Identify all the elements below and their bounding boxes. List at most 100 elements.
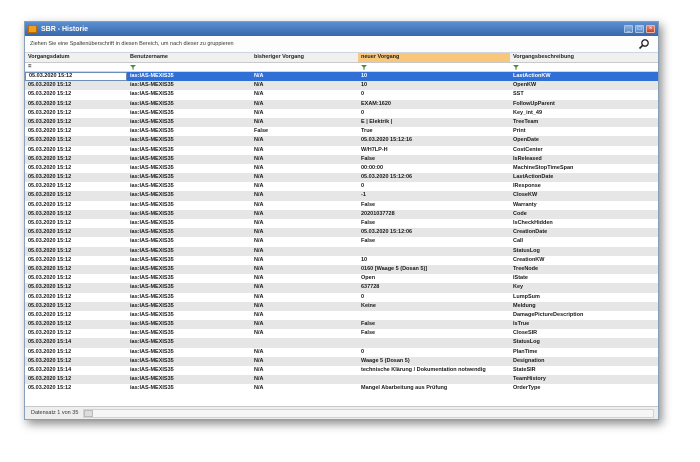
cell-neuer-vorgang[interactable]: E | Elektrik |: [358, 118, 510, 127]
cell-neuer-vorgang[interactable]: True: [358, 127, 510, 136]
cell-neuer-vorgang[interactable]: 05.03.2020 15:12:06: [358, 173, 510, 182]
table-row[interactable]: 05.03.2020 15:12 ias:IAS-MEXIS35 N/A 637728…: [25, 283, 658, 293]
cell-benutzername[interactable]: ias:IAS-MEXIS35: [127, 265, 251, 274]
cell-vorgangsbeschreibung[interactable]: CloseKW: [510, 191, 658, 200]
cell-vorgangsbeschreibung[interactable]: LastActionKW: [510, 72, 658, 81]
cell-benutzername[interactable]: ias:IAS-MEXIS35: [127, 90, 251, 99]
cell-vorgangsdatum[interactable]: 05.03.2020 15:12: [25, 210, 127, 219]
cell-vorgangsbeschreibung[interactable]: TreeNode: [510, 265, 658, 274]
column-header-benutzername[interactable]: Benutzername: [127, 53, 251, 62]
cell-vorgangsbeschreibung[interactable]: TeamHistory: [510, 375, 658, 384]
cell-vorgangsdatum[interactable]: 05.03.2020 15:12: [25, 201, 127, 210]
filter-icon[interactable]: [361, 64, 367, 70]
cell-bisheriger-vorgang[interactable]: N/A: [251, 274, 358, 283]
cell-bisheriger-vorgang[interactable]: N/A: [251, 173, 358, 182]
cell-vorgangsbeschreibung[interactable]: Print: [510, 127, 658, 136]
table-row[interactable]: 05.03.2020 15:12 ias:IAS-MEXIS35 N/A 05.03.…: [25, 228, 658, 238]
cell-vorgangsbeschreibung[interactable]: IsTrue: [510, 320, 658, 329]
table-row[interactable]: 05.03.2020 15:12 ias:IAS-MEXIS35 N/A 10 Last…: [25, 72, 658, 82]
cell-bisheriger-vorgang[interactable]: N/A: [251, 256, 358, 265]
cell-vorgangsbeschreibung[interactable]: Key: [510, 283, 658, 292]
cell-vorgangsdatum[interactable]: 05.03.2020 15:12: [25, 247, 127, 256]
cell-neuer-vorgang[interactable]: Open: [358, 274, 510, 283]
cell-benutzername[interactable]: ias:IAS-MEXIS35: [127, 311, 251, 320]
cell-bisheriger-vorgang[interactable]: N/A: [251, 155, 358, 164]
cell-vorgangsdatum[interactable]: 05.03.2020 15:12: [25, 329, 127, 338]
cell-neuer-vorgang[interactable]: Mangel Abarbeitung aus Prüfung: [358, 384, 510, 393]
cell-bisheriger-vorgang[interactable]: N/A: [251, 90, 358, 99]
table-row[interactable]: 05.03.2020 15:12 ias:IAS-MEXIS35 N/A False C…: [25, 237, 658, 247]
cell-neuer-vorgang[interactable]: 05.03.2020 15:12:06: [358, 228, 510, 237]
filter-cell-vorgangsdatum[interactable]: =: [25, 63, 127, 71]
cell-vorgangsdatum[interactable]: 05.03.2020 15:12: [25, 228, 127, 237]
cell-neuer-vorgang[interactable]: 0: [358, 293, 510, 302]
table-row[interactable]: 05.03.2020 15:12 ias:IAS-MEXIS35 N/A 0160 […: [25, 264, 658, 275]
table-row[interactable]: 05.03.2020 15:12 ias:IAS-MEXIS35 N/A 10 Open…: [25, 81, 658, 91]
cell-bisheriger-vorgang[interactable]: N/A: [251, 228, 358, 237]
minimize-button[interactable]: _: [624, 25, 633, 33]
cell-benutzername[interactable]: ias:IAS-MEXIS35: [127, 237, 251, 246]
cell-vorgangsdatum[interactable]: 05.03.2020 15:12: [25, 146, 127, 155]
cell-bisheriger-vorgang[interactable]: N/A: [251, 201, 358, 210]
cell-vorgangsdatum[interactable]: 05.03.2020 15:12: [25, 127, 127, 136]
cell-benutzername[interactable]: ias:IAS-MEXIS35: [127, 155, 251, 164]
maximize-button[interactable]: □: [635, 25, 644, 33]
cell-vorgangsbeschreibung[interactable]: Warranty: [510, 201, 658, 210]
table-row[interactable]: 05.03.2020 15:12 ias:IAS-MEXIS35 N/A Keine M…: [25, 301, 658, 311]
cell-vorgangsbeschreibung[interactable]: CreationKW: [510, 256, 658, 265]
cell-vorgangsbeschreibung[interactable]: PlanTime: [510, 348, 658, 357]
filter-icon[interactable]: [513, 64, 519, 70]
cell-vorgangsdatum[interactable]: 05.03.2020 15:12: [25, 100, 127, 109]
cell-vorgangsbeschreibung[interactable]: DamagePictureDescription: [510, 311, 658, 320]
cell-neuer-vorgang[interactable]: Keine: [358, 302, 510, 311]
cell-bisheriger-vorgang[interactable]: N/A: [251, 72, 358, 81]
cell-neuer-vorgang[interactable]: 0: [358, 109, 510, 118]
table-row[interactable]: 05.03.2020 15:12 ias:IAS-MEXIS35 N/A 05.03.…: [25, 173, 658, 183]
cell-vorgangsbeschreibung[interactable]: Designation: [510, 357, 658, 366]
cell-benutzername[interactable]: ias:IAS-MEXIS35: [127, 283, 251, 292]
table-row[interactable]: 05.03.2020 15:14 ias:IAS-MEXIS35 StatusLog: [25, 338, 658, 348]
table-row[interactable]: 05.03.2020 15:12 ias:IAS-MEXIS35 N/A 0 Key_i…: [25, 108, 658, 118]
table-row[interactable]: 05.03.2020 15:12 ias:IAS-MEXIS35 N/A EXAM:1…: [25, 99, 658, 109]
table-row[interactable]: 05.03.2020 15:12 ias:IAS-MEXIS35 N/A 0 SST: [25, 90, 658, 100]
column-header-bisheriger-vorgang[interactable]: bisheriger Vorgang: [251, 53, 358, 62]
cell-bisheriger-vorgang[interactable]: N/A: [251, 302, 358, 311]
table-row[interactable]: 05.03.2020 15:12 ias:IAS-MEXIS35 N/A False I…: [25, 320, 658, 330]
title-bar[interactable]: SBR - Historie _ □ ×: [25, 22, 658, 36]
cell-benutzername[interactable]: ias:IAS-MEXIS35: [127, 384, 251, 393]
cell-neuer-vorgang[interactable]: EXAM:1620: [358, 100, 510, 109]
cell-vorgangsbeschreibung[interactable]: StatusLog: [510, 338, 658, 347]
cell-vorgangsdatum[interactable]: 05.03.2020 15:12: [25, 173, 127, 182]
table-row[interactable]: 05.03.2020 15:12 ias:IAS-MEXIS35 N/A False W…: [25, 200, 658, 210]
cell-benutzername[interactable]: ias:IAS-MEXIS35: [127, 72, 251, 81]
cell-neuer-vorgang[interactable]: 10: [358, 81, 510, 90]
cell-bisheriger-vorgang[interactable]: N/A: [251, 100, 358, 109]
cell-vorgangsdatum[interactable]: 05.03.2020 15:12: [25, 219, 127, 228]
cell-vorgangsdatum[interactable]: 05.03.2020 15:12: [25, 191, 127, 200]
cell-vorgangsbeschreibung[interactable]: StatusLog: [510, 247, 658, 256]
table-row[interactable]: 05.03.2020 15:12 ias:IAS-MEXIS35 N/A 0 LumpS…: [25, 292, 658, 302]
table-row[interactable]: 05.03.2020 15:12 ias:IAS-MEXIS35 N/A E | El…: [25, 117, 658, 128]
table-row[interactable]: 05.03.2020 15:12 ias:IAS-MEXIS35 N/A Waage …: [25, 356, 658, 366]
cell-bisheriger-vorgang[interactable]: N/A: [251, 348, 358, 357]
cell-vorgangsbeschreibung[interactable]: OpenDate: [510, 136, 658, 145]
table-row[interactable]: 05.03.2020 15:12 ias:IAS-MEXIS35 N/A 202010…: [25, 209, 658, 219]
table-row[interactable]: 05.03.2020 15:14 ias:IAS-MEXIS35 N/A techni…: [25, 366, 658, 376]
cell-vorgangsdatum[interactable]: 05.03.2020 15:12: [25, 274, 127, 283]
cell-vorgangsbeschreibung[interactable]: StateSIR: [510, 366, 658, 375]
cell-vorgangsdatum[interactable]: 05.03.2020 15:12: [25, 237, 127, 246]
cell-neuer-vorgang[interactable]: 637728: [358, 283, 510, 292]
cell-vorgangsdatum[interactable]: 05.03.2020 15:12: [25, 90, 127, 99]
cell-vorgangsdatum[interactable]: 05.03.2020 15:12: [25, 72, 127, 82]
cell-benutzername[interactable]: ias:IAS-MEXIS35: [127, 357, 251, 366]
cell-vorgangsdatum[interactable]: 05.03.2020 15:12: [25, 302, 127, 311]
cell-vorgangsbeschreibung[interactable]: MachineStopTimeSpan: [510, 164, 658, 173]
cell-vorgangsdatum[interactable]: 05.03.2020 15:12: [25, 136, 127, 145]
cell-neuer-vorgang[interactable]: W/H7LP-H: [358, 146, 510, 155]
cell-bisheriger-vorgang[interactable]: N/A: [251, 191, 358, 200]
group-panel[interactable]: Ziehen Sie eine Spaltenüberschrift in di…: [25, 36, 658, 52]
filter-cell-vorgangsbeschreibung[interactable]: [510, 63, 658, 71]
cell-vorgangsbeschreibung[interactable]: Meldung: [510, 302, 658, 311]
cell-benutzername[interactable]: ias:IAS-MEXIS35: [127, 366, 251, 375]
cell-vorgangsbeschreibung[interactable]: TreeTeam: [510, 118, 658, 127]
